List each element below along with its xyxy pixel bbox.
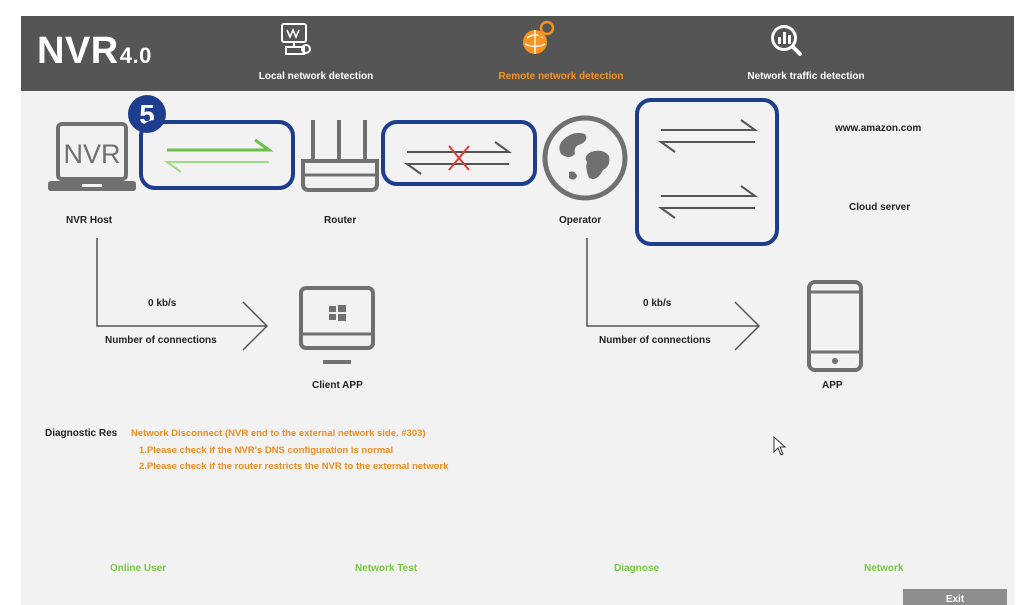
local-speed: 0 kb/s (148, 298, 177, 309)
online-user-link[interactable]: Online User (110, 563, 166, 574)
logo-text: NVR (37, 30, 119, 72)
tab-remote-network-detection[interactable]: Remote network detection (476, 16, 646, 91)
header-bar: NVR4.0 Local network detection Remote ne… (21, 16, 1014, 91)
logo-version: 4.0 (119, 43, 152, 68)
client-app-label: Client APP (312, 380, 363, 391)
app-label: APP (822, 380, 843, 391)
nvr-host-icon: NVR (48, 122, 136, 191)
tab-label: Network traffic detection (747, 71, 865, 82)
tab-label: Local network detection (258, 71, 374, 82)
diagnose-link[interactable]: Diagnose (614, 563, 659, 574)
local-network-icon (281, 23, 311, 55)
diagnostic-result: Network Disconnect (NVR end to the exter… (131, 428, 426, 439)
exit-button[interactable]: Exit (903, 589, 1007, 605)
remote-speed: 0 kb/s (643, 298, 672, 309)
mouse-cursor-icon (773, 435, 787, 456)
operator-cloud-link (635, 98, 779, 246)
remote-network-icon (523, 20, 555, 54)
nvr-host-label: NVR Host (66, 215, 113, 226)
diagnostic-tip-2: 2.Please check if the router restricts t… (139, 461, 449, 472)
cloud-server-label: Cloud server (849, 202, 911, 213)
app-logo: NVR4.0 (37, 30, 152, 73)
tab-network-traffic-detection[interactable]: Network traffic detection (721, 16, 891, 91)
client-app-monitor-icon (299, 286, 375, 364)
router-label: Router (324, 215, 357, 226)
remote-flow-arrow (586, 238, 761, 351)
nvr-screen-text: NVR (63, 139, 120, 169)
app-window: NVR4.0 Local network detection Remote ne… (21, 16, 1014, 605)
mobile-app-phone-icon (807, 280, 863, 372)
network-test-link[interactable]: Network Test (355, 563, 417, 574)
operator-globe-icon (542, 115, 628, 201)
network-link[interactable]: Network (864, 563, 903, 574)
remote-connections-label: Number of connections (599, 335, 711, 346)
traffic-detection-icon (771, 25, 802, 56)
cloud-host-label: www.amazon.com (835, 123, 922, 134)
local-flow-arrow (96, 238, 269, 351)
local-connections-label: Number of connections (105, 335, 217, 346)
router-operator-link (381, 120, 537, 186)
tab-label: Remote network detection (498, 71, 624, 82)
operator-label: Operator (559, 215, 602, 226)
tab-local-network-detection[interactable]: Local network detection (231, 16, 401, 91)
nvr-router-link (139, 120, 295, 190)
diagnostic-tip-1: 1.Please check if the NVR's DNS configur… (139, 445, 394, 456)
diagnostic-label: Diagnostic Res (45, 428, 118, 439)
router-icon (301, 120, 379, 192)
